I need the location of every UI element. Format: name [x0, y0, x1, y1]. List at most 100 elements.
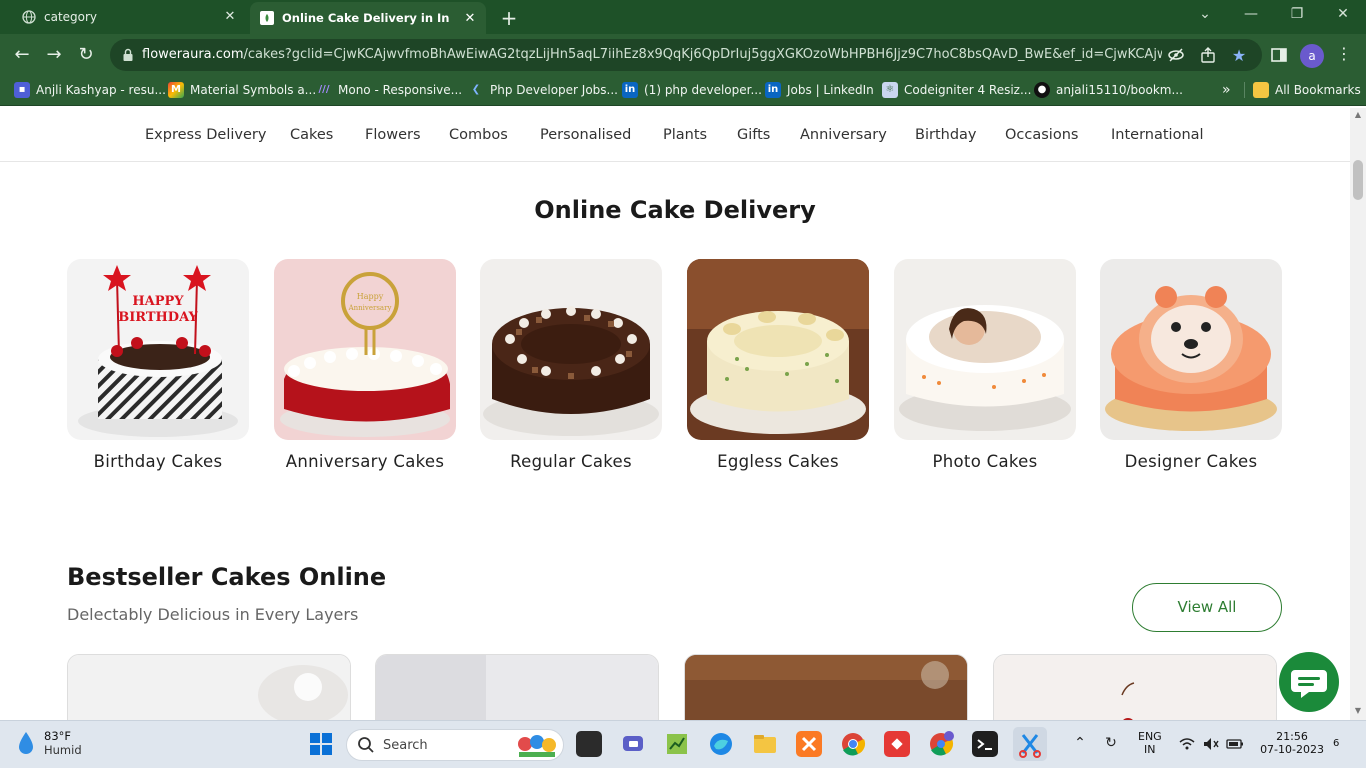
notification-badge[interactable]: 6 [1333, 738, 1339, 749]
bookmark-item[interactable]: ▪ Anjli Kashyap - resu... [14, 82, 166, 98]
chat-app-icon[interactable] [620, 731, 646, 757]
volume-muted-icon[interactable] [1202, 735, 1220, 753]
eggless-cake-image[interactable] [687, 259, 869, 440]
page-scrollbar[interactable]: ▲ ▼ [1350, 108, 1366, 720]
chat-button[interactable] [1279, 652, 1339, 712]
all-bookmarks-button[interactable]: All Bookmarks [1244, 82, 1361, 98]
close-window-icon[interactable]: ✕ [1328, 6, 1358, 22]
category-name[interactable]: Photo Cakes [894, 452, 1076, 471]
product-card[interactable] [684, 654, 968, 720]
task-view-icon[interactable] [576, 731, 602, 757]
bookmark-item[interactable]: in (1) php developer... [622, 82, 762, 98]
reload-icon[interactable]: ↻ [74, 44, 98, 65]
profile-avatar[interactable]: a [1300, 44, 1324, 68]
sync-icon[interactable]: ↻ [1102, 735, 1120, 753]
nav-anniversary[interactable]: Anniversary [800, 127, 887, 143]
product-card[interactable] [375, 654, 659, 720]
nav-occasions[interactable]: Occasions [1005, 127, 1078, 143]
more-bookmarks-button[interactable]: » [1222, 82, 1231, 98]
nav-personalised[interactable]: Personalised [540, 127, 631, 143]
bookmark-item[interactable]: M Material Symbols a... [168, 82, 316, 98]
language-indicator[interactable]: ENG IN [1138, 730, 1162, 756]
terminal-icon[interactable] [972, 731, 998, 757]
designer-cake-image[interactable] [1100, 259, 1282, 440]
minimize-icon[interactable]: — [1236, 6, 1266, 22]
category-name[interactable]: Birthday Cakes [67, 452, 249, 471]
scrollbar-thumb[interactable] [1353, 160, 1363, 200]
photo-cake-image[interactable] [894, 259, 1076, 440]
tab-search-icon[interactable]: ⌄ [1190, 6, 1220, 22]
anydesk-icon[interactable] [884, 731, 910, 757]
birthday-cake-image[interactable]: HAPPY BIRTHDAY [67, 259, 249, 440]
nav-plants[interactable]: Plants [663, 127, 707, 143]
bookmark-label: Material Symbols a... [190, 83, 317, 97]
nav-international[interactable]: International [1111, 127, 1204, 143]
category-eggless-cakes[interactable]: Eggless Cakes [687, 259, 869, 471]
nav-birthday[interactable]: Birthday [915, 127, 976, 143]
more-menu-icon[interactable]: ⋮ [1336, 44, 1352, 63]
chevron-up-icon[interactable]: ⌃ [1071, 735, 1089, 753]
xampp-icon[interactable] [796, 731, 822, 757]
bookmark-item[interactable]: ⚛ Codeigniter 4 Resiz... [882, 82, 1031, 98]
scroll-down-icon[interactable]: ▼ [1353, 706, 1363, 715]
category-name[interactable]: Eggless Cakes [687, 452, 869, 471]
address-toolbar: ← → ↻ floweraura.com/cakes?gclid=CjwKCAj… [0, 34, 1366, 76]
notepad-icon[interactable] [664, 731, 690, 757]
tab-category[interactable]: category ✕ [0, 0, 246, 34]
address-bar[interactable]: floweraura.com/cakes?gclid=CjwKCAjwvfmoB… [110, 39, 1262, 71]
weather-widget[interactable]: 83°F Humid [16, 729, 82, 757]
scroll-up-icon[interactable]: ▲ [1353, 110, 1363, 119]
chrome-profile-icon[interactable] [928, 731, 954, 757]
regular-cake-image[interactable] [480, 259, 662, 440]
nav-combos[interactable]: Combos [449, 127, 508, 143]
category-photo-cakes[interactable]: Photo Cakes [894, 259, 1076, 471]
language-label: ENG [1138, 730, 1162, 743]
share-icon[interactable] [1199, 46, 1217, 64]
bookmark-item[interactable]: in Jobs | LinkedIn [765, 82, 874, 98]
eye-off-icon[interactable] [1167, 46, 1185, 64]
bookmark-item[interactable]: ❮ Php Developer Jobs... [468, 82, 618, 98]
battery-icon[interactable] [1226, 735, 1244, 753]
edge-icon[interactable] [708, 731, 734, 757]
side-panel-icon[interactable] [1270, 46, 1288, 64]
bookmark-item[interactable]: /// Mono - Responsive... [316, 82, 463, 98]
wifi-icon[interactable] [1178, 735, 1196, 753]
nav-flowers[interactable]: Flowers [365, 127, 421, 143]
view-all-button[interactable]: View All [1132, 583, 1282, 632]
balloons-icon [518, 735, 556, 757]
windows-start-icon[interactable] [308, 731, 334, 757]
restore-icon[interactable]: ❐ [1282, 6, 1312, 22]
category-nav: Express Delivery Cakes Flowers Combos Pe… [0, 108, 1350, 162]
category-name[interactable]: Designer Cakes [1100, 452, 1282, 471]
linkedin-icon: in [622, 82, 638, 98]
new-tab-icon[interactable]: + [498, 6, 520, 30]
nav-express-delivery[interactable]: Express Delivery [145, 127, 266, 143]
taskbar-search[interactable]: Search [346, 729, 564, 761]
category-regular-cakes[interactable]: Regular Cakes [480, 259, 662, 471]
lock-icon[interactable] [122, 47, 134, 61]
category-designer-cakes[interactable]: Designer Cakes [1100, 259, 1282, 471]
product-card[interactable] [993, 654, 1277, 720]
chrome-icon[interactable] [840, 731, 866, 757]
anniversary-cake-image[interactable]: Happy Anniversary [274, 259, 456, 440]
nav-cakes[interactable]: Cakes [290, 127, 333, 143]
close-tab-icon[interactable]: ✕ [462, 11, 478, 26]
file-explorer-icon[interactable] [752, 731, 778, 757]
forward-icon[interactable]: → [42, 44, 66, 65]
search-icon [358, 737, 374, 753]
snipping-tool-icon[interactable] [1013, 727, 1047, 761]
product-card[interactable] [67, 654, 351, 720]
category-birthday-cakes[interactable]: HAPPY BIRTHDAY Birthday Cakes [67, 259, 249, 471]
close-tab-icon[interactable]: ✕ [222, 9, 238, 24]
category-name[interactable]: Anniversary Cakes [274, 452, 456, 471]
all-bookmarks-label: All Bookmarks [1275, 83, 1361, 97]
bookmark-star-icon[interactable]: ★ [1230, 46, 1248, 65]
nav-gifts[interactable]: Gifts [737, 127, 770, 143]
bookmark-item[interactable]: ● anjali15110/bookm... [1034, 82, 1183, 98]
bestseller-subtitle: Delectably Delicious in Every Layers [67, 605, 359, 624]
tab-online-cake-delivery[interactable]: Online Cake Delivery in India | C ✕ [250, 2, 486, 34]
back-icon[interactable]: ← [10, 44, 34, 65]
category-name[interactable]: Regular Cakes [480, 452, 662, 471]
category-anniversary-cakes[interactable]: Happy Anniversary Anniversary Cakes [274, 259, 456, 471]
clock[interactable]: 21:56 07-10-2023 [1260, 730, 1324, 756]
